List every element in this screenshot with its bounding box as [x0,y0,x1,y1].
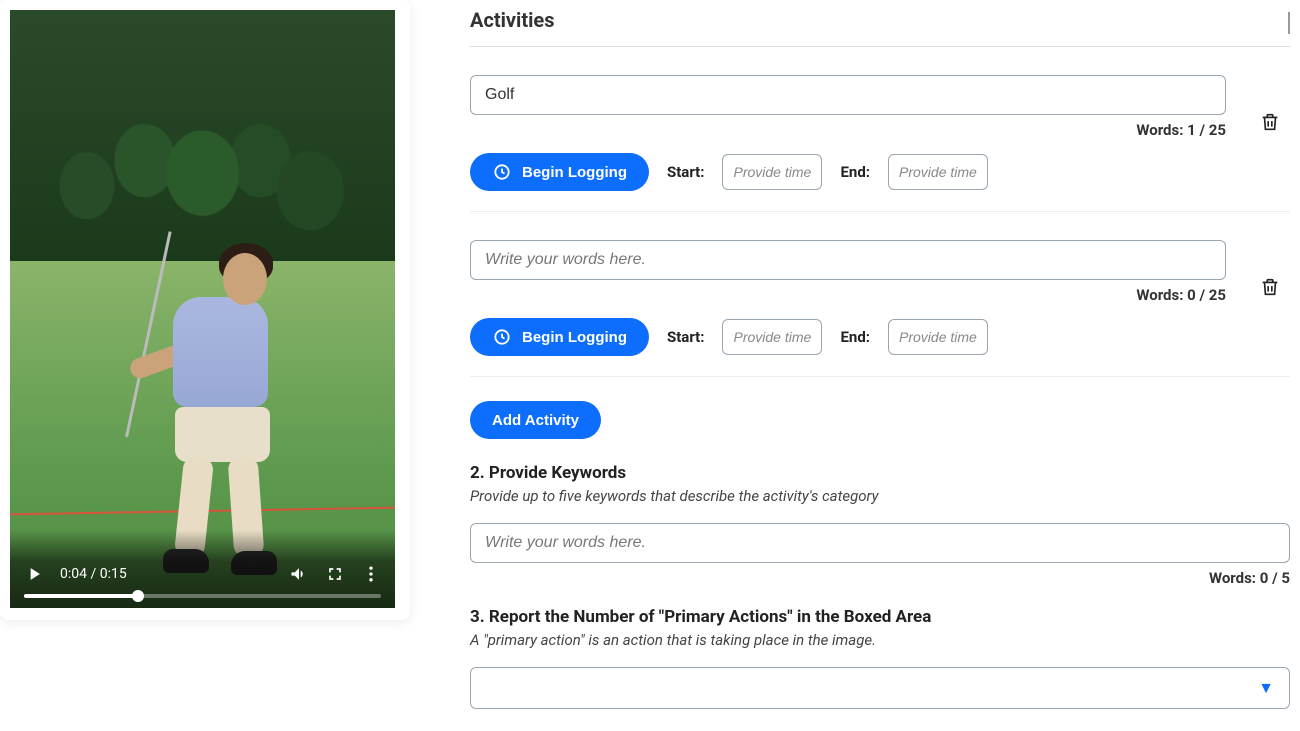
activities-title: Activities [470,0,554,46]
begin-logging-label: Begin Logging [522,164,627,181]
keywords-input[interactable] [470,523,1290,563]
activities-header: Activities [470,0,1290,47]
video-still [10,10,395,608]
activity-row: Words: 0 / 25 Begin Logging Start: End: [470,212,1290,377]
end-label: End: [840,163,870,181]
divider-icon [1288,12,1290,34]
begin-logging-button[interactable]: Begin Logging [470,153,649,191]
clock-icon [492,327,512,347]
keywords-section: 2. Provide Keywords Provide up to five k… [470,463,1290,587]
begin-logging-button[interactable]: Begin Logging [470,318,649,356]
form-panel: Activities Words: 1 / 25 Begin Logging S… [420,0,1300,731]
word-count-label: Words: 0 / 25 [470,286,1226,304]
play-icon[interactable] [24,564,44,584]
keywords-title: 2. Provide Keywords [470,463,1290,483]
activity-text-input[interactable] [470,240,1226,280]
begin-logging-label: Begin Logging [522,329,627,346]
trash-icon [1259,276,1281,302]
primary-actions-section: 3. Report the Number of "Primary Actions… [470,607,1290,709]
primary-actions-select[interactable] [470,667,1290,709]
start-time-input[interactable] [722,154,822,190]
end-label: End: [840,328,870,346]
add-activity-label: Add Activity [492,412,579,429]
fullscreen-icon[interactable] [325,564,345,584]
trash-icon [1259,111,1281,137]
start-time-input[interactable] [722,319,822,355]
video-card: 0:04 / 0:15 [0,0,410,620]
video-time: 0:04 / 0:15 [60,566,127,582]
activity-text-input[interactable] [470,75,1226,115]
video-control-bar: 0:04 / 0:15 [10,530,395,608]
end-time-input[interactable] [888,154,988,190]
start-label: Start: [667,163,705,181]
video-panel: 0:04 / 0:15 [0,0,420,731]
delete-activity-button[interactable] [1250,75,1290,137]
word-count-label: Words: 0 / 5 [470,569,1290,587]
clock-icon [492,162,512,182]
delete-activity-button[interactable] [1250,240,1290,302]
activity-row: Words: 1 / 25 Begin Logging Start: End: [470,47,1290,212]
video-progress[interactable] [24,594,381,598]
end-time-input[interactable] [888,319,988,355]
start-label: Start: [667,328,705,346]
primary-actions-title: 3. Report the Number of "Primary Actions… [470,607,1290,627]
primary-actions-desc: A "primary action" is an action that is … [470,631,1290,649]
add-activity-button[interactable]: Add Activity [470,401,601,439]
keywords-desc: Provide up to five keywords that describ… [470,487,1290,505]
more-icon[interactable] [361,564,381,584]
video-player[interactable]: 0:04 / 0:15 [10,10,395,608]
volume-icon[interactable] [289,564,309,584]
word-count-label: Words: 1 / 25 [470,121,1226,139]
